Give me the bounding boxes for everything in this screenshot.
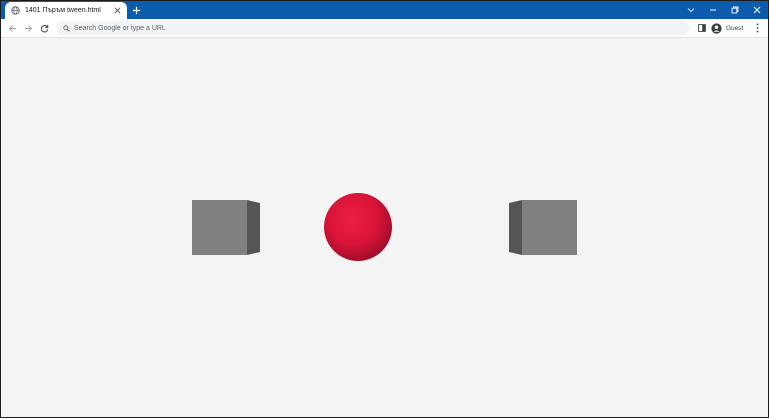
tab-title: 1401 Пъръм tween.html xyxy=(25,7,101,14)
left-cube-side-face xyxy=(247,200,260,255)
right-cube xyxy=(509,200,577,255)
title-bar: 1401 Пъръм tween.html xyxy=(1,1,768,19)
forward-arrow-icon[interactable] xyxy=(22,22,34,34)
profile-label: Guest xyxy=(726,24,744,32)
plus-icon[interactable] xyxy=(130,4,143,17)
browser-window: 1401 Пъръм tween.html Search Google or t… xyxy=(0,0,769,418)
minimize-icon[interactable] xyxy=(702,1,724,19)
close-icon[interactable] xyxy=(112,5,123,16)
reload-icon[interactable] xyxy=(38,22,50,34)
address-placeholder: Search Google or type a URL xyxy=(74,24,166,32)
tab-active[interactable]: 1401 Пъръм tween.html xyxy=(5,2,127,19)
right-cube-front-face xyxy=(522,200,577,255)
threejs-canvas[interactable] xyxy=(1,38,768,417)
close-icon[interactable] xyxy=(746,1,768,19)
browser-toolbar: Search Google or type a URL Guest xyxy=(1,19,768,38)
search-icon xyxy=(62,24,70,32)
window-controls xyxy=(680,1,768,19)
back-arrow-icon[interactable] xyxy=(6,22,18,34)
profile-button[interactable]: Guest xyxy=(711,21,743,35)
kebab-menu-icon[interactable] xyxy=(752,22,762,34)
side-panel-icon[interactable] xyxy=(696,22,708,34)
restore-icon[interactable] xyxy=(724,1,746,19)
globe-icon xyxy=(11,6,20,15)
center-sphere xyxy=(324,193,392,261)
left-cube xyxy=(192,200,260,255)
right-cube-side-face xyxy=(509,200,522,255)
left-cube-front-face xyxy=(192,200,247,255)
address-bar[interactable]: Search Google or type a URL xyxy=(56,21,689,35)
chevron-down-icon[interactable] xyxy=(680,1,702,19)
page-viewport xyxy=(1,38,768,417)
avatar-icon xyxy=(711,22,722,34)
red-sphere xyxy=(324,193,392,261)
